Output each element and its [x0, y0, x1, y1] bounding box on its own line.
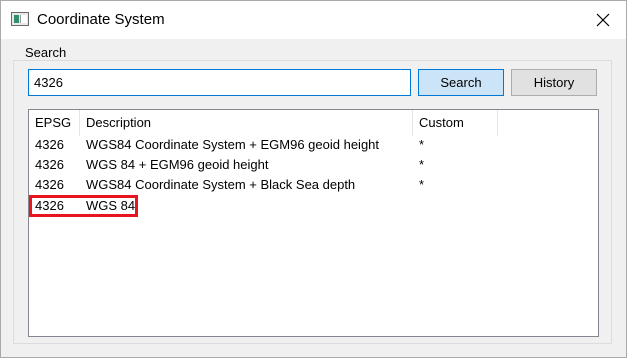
epsg-cell: 4326 [35, 198, 64, 213]
results-list[interactable]: EPSG Description Custom 4326 WGS84 Coord… [28, 109, 599, 337]
table-row[interactable]: 4326 WGS 84 + EGM96 geoid height * [29, 155, 598, 175]
window-icon [11, 12, 29, 26]
epsg-cell: 4326 [35, 137, 64, 152]
description-cell: WGS 84 + EGM96 geoid height [86, 157, 269, 172]
table-row[interactable]: 4326 WGS84 Coordinate System + Black Sea… [29, 175, 598, 195]
custom-cell: * [419, 137, 425, 152]
history-button[interactable]: History [511, 69, 597, 96]
custom-cell [413, 196, 498, 216]
description-cell: WGS 84 [86, 198, 136, 213]
search-button[interactable]: Search [418, 69, 504, 96]
description-cell: WGS84 Coordinate System + Black Sea dept… [86, 177, 356, 192]
search-group-label: Search [23, 45, 69, 60]
coordinate-system-dialog: Coordinate System Search Search History … [0, 0, 627, 358]
results-header: EPSG Description Custom [29, 110, 598, 136]
dialog-content: Search Search History EPSG Description C… [1, 39, 626, 357]
close-button[interactable] [581, 3, 625, 37]
custom-cell: * [419, 177, 425, 192]
search-input[interactable] [28, 69, 411, 96]
column-header-custom[interactable]: Custom [413, 110, 498, 136]
column-header-epsg[interactable]: EPSG [29, 110, 80, 136]
column-header-description[interactable]: Description [80, 110, 413, 136]
description-cell: WGS84 Coordinate System + EGM96 geoid he… [86, 137, 380, 152]
close-icon [596, 13, 610, 27]
custom-cell: * [419, 157, 425, 172]
table-row[interactable]: 4326 WGS 84 [29, 196, 598, 216]
window-title: Coordinate System [37, 11, 165, 28]
epsg-cell: 4326 [35, 157, 64, 172]
epsg-cell: 4326 [35, 177, 64, 192]
table-row[interactable]: 4326 WGS84 Coordinate System + EGM96 geo… [29, 135, 598, 155]
title-bar: Coordinate System [1, 1, 626, 39]
